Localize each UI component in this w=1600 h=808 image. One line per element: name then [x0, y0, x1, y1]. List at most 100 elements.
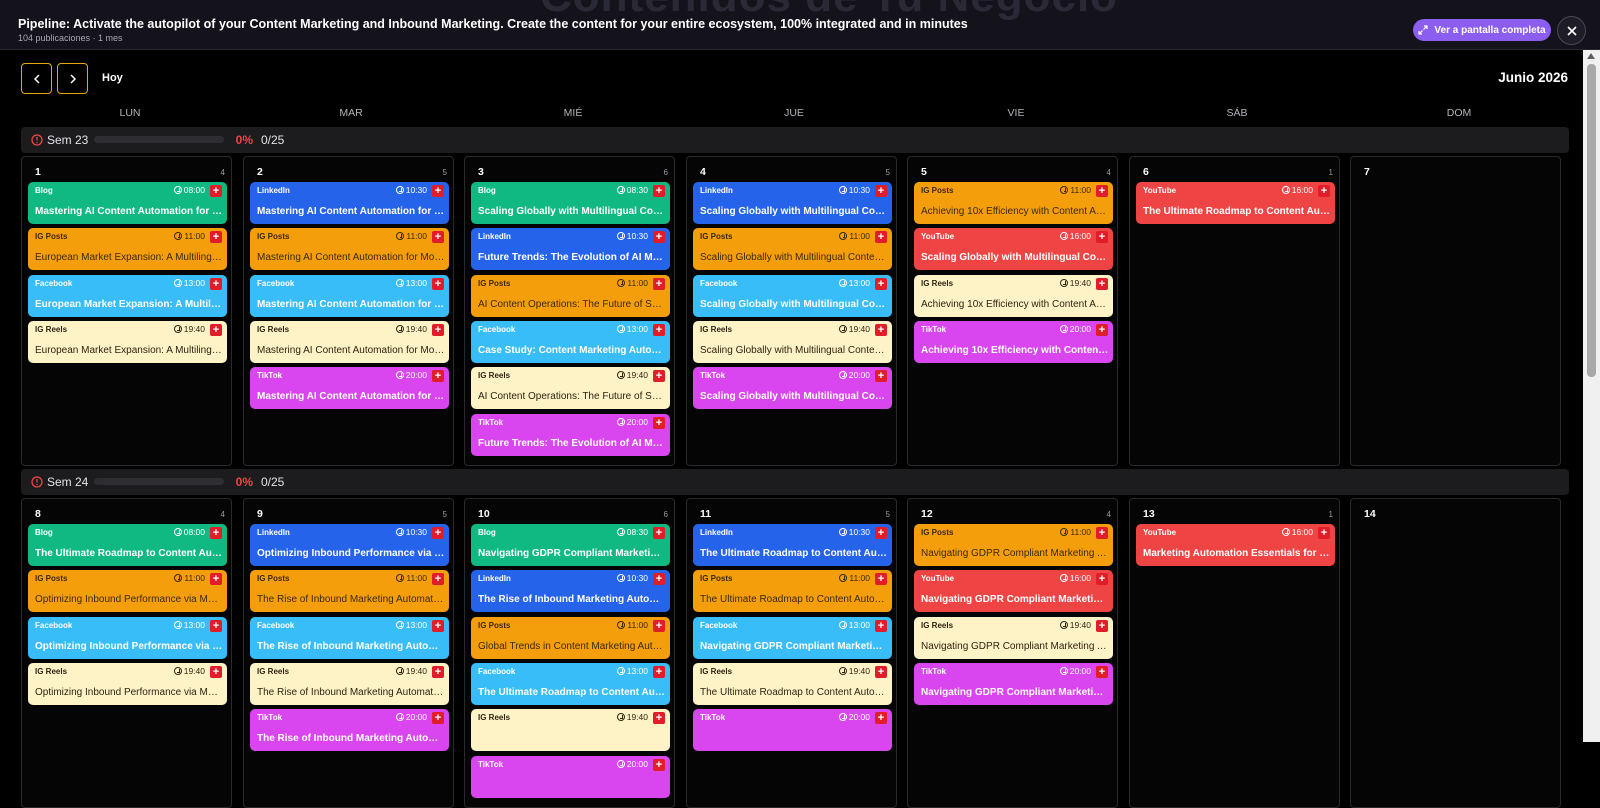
add-post-button[interactable]: + [653, 323, 665, 336]
add-post-button[interactable]: + [875, 370, 887, 383]
add-post-button[interactable]: + [432, 323, 444, 336]
post-card[interactable]: TikTok 20:00 + Scaling Globally with Multil… [693, 367, 892, 410]
day-cell[interactable]: 2 5 LinkedIn 10:30 + Mastering AI Content Aut… [243, 156, 454, 466]
post-card[interactable]: Facebook 13:00 + Scaling Globally with Mult… [693, 274, 892, 317]
post-card[interactable]: Facebook 13:00 + Navigating GDPR Compliant … [693, 616, 892, 659]
post-card[interactable]: LinkedIn 10:30 + Optimizing Inbound Perform… [250, 524, 449, 566]
add-post-button[interactable]: + [875, 231, 887, 244]
add-post-button[interactable]: + [432, 185, 444, 197]
add-post-button[interactable]: + [1096, 619, 1108, 632]
post-card[interactable]: Facebook 13:00 + The Ultimate Roadmap to Co… [471, 662, 670, 705]
add-post-button[interactable]: + [210, 231, 222, 244]
fullscreen-button[interactable]: Ver a pantalla completa [1413, 19, 1551, 41]
day-cell[interactable]: 8 4 Blog 08:00 + The Ultimate Roadmap to Cont… [21, 498, 232, 808]
add-post-button[interactable]: + [653, 712, 665, 725]
post-card[interactable]: Blog 08:30 + Navigating GDPR Compliant Mark… [471, 524, 670, 566]
add-post-button[interactable]: + [210, 619, 222, 632]
day-cell[interactable]: 10 6 Blog 08:30 + Navigating GDPR Compliant M… [464, 498, 675, 808]
add-post-button[interactable]: + [653, 527, 665, 539]
add-post-button[interactable]: + [653, 416, 665, 429]
add-post-button[interactable]: + [210, 277, 222, 290]
add-post-button[interactable]: + [875, 619, 887, 632]
post-card[interactable]: IG Reels 19:40 + The Ultimate Roadmap to Co… [693, 662, 892, 705]
add-post-button[interactable]: + [210, 573, 222, 586]
today-button[interactable]: Hoy [102, 72, 123, 84]
post-card[interactable]: Facebook 13:00 + European Market Expansion:… [28, 274, 227, 317]
post-card[interactable]: IG Posts 11:00 + European Market Expansion:… [28, 228, 227, 271]
close-button[interactable] [1557, 16, 1586, 45]
day-cell[interactable]: 13 1 YouTube 16:00 + Marketing Automation Ess… [1129, 498, 1340, 808]
add-post-button[interactable]: + [1096, 665, 1108, 678]
post-card[interactable]: LinkedIn 10:30 + Scaling Globally with Mult… [693, 182, 892, 224]
post-card[interactable]: Facebook 13:00 + Case Study: Content Market… [471, 320, 670, 363]
day-cell[interactable]: 12 4 IG Posts 11:00 + Navigating GDPR Complia… [907, 498, 1118, 808]
post-card[interactable]: IG Reels 19:40 + Achieving 10x Efficiency w… [914, 274, 1113, 317]
post-card[interactable]: YouTube 16:00 + The Ultimate Roadmap to Con… [1136, 182, 1335, 224]
post-card[interactable]: IG Reels 19:40 + [471, 709, 670, 752]
post-card[interactable]: TikTok 20:00 + The Rise of Inbound Marketin… [250, 709, 449, 752]
post-card[interactable]: IG Posts 11:00 + Achieving 10x Efficiency w… [914, 182, 1113, 224]
post-card[interactable]: TikTok 20:00 + Achieving 10x Efficiency wit… [914, 320, 1113, 363]
day-cell[interactable]: 9 5 LinkedIn 10:30 + Optimizing Inbound Perfo… [243, 498, 454, 808]
day-cell[interactable]: 4 5 LinkedIn 10:30 + Scaling Globally with Mu… [686, 156, 897, 466]
day-cell[interactable]: 3 6 Blog 08:30 + Scaling Globally with Multil… [464, 156, 675, 466]
add-post-button[interactable]: + [1318, 527, 1330, 539]
add-post-button[interactable]: + [653, 277, 665, 290]
post-card[interactable]: IG Reels 19:40 + The Rise of Inbound Market… [250, 662, 449, 705]
add-post-button[interactable]: + [432, 231, 444, 244]
add-post-button[interactable]: + [432, 277, 444, 290]
add-post-button[interactable]: + [1096, 527, 1108, 539]
add-post-button[interactable]: + [653, 231, 665, 244]
add-post-button[interactable]: + [653, 573, 665, 586]
add-post-button[interactable]: + [432, 527, 444, 539]
add-post-button[interactable]: + [1096, 231, 1108, 244]
add-post-button[interactable]: + [432, 370, 444, 383]
add-post-button[interactable]: + [875, 573, 887, 586]
add-post-button[interactable]: + [1096, 185, 1108, 197]
add-post-button[interactable]: + [875, 323, 887, 336]
add-post-button[interactable]: + [210, 185, 222, 197]
day-cell[interactable]: 11 5 LinkedIn 10:30 + The Ultimate Roadmap to… [686, 498, 897, 808]
add-post-button[interactable]: + [210, 527, 222, 539]
post-card[interactable]: TikTok 20:00 + Navigating GDPR Compliant Ma… [914, 662, 1113, 705]
add-post-button[interactable]: + [210, 665, 222, 678]
add-post-button[interactable]: + [875, 185, 887, 197]
add-post-button[interactable]: + [875, 712, 887, 725]
post-card[interactable]: LinkedIn 10:30 + The Ultimate Roadmap to Co… [693, 524, 892, 566]
add-post-button[interactable]: + [432, 712, 444, 725]
add-post-button[interactable]: + [1318, 185, 1330, 197]
add-post-button[interactable]: + [653, 185, 665, 197]
add-post-button[interactable]: + [432, 619, 444, 632]
add-post-button[interactable]: + [875, 527, 887, 539]
post-card[interactable]: Facebook 13:00 + Optimizing Inbound Perform… [28, 616, 227, 659]
add-post-button[interactable]: + [875, 277, 887, 290]
add-post-button[interactable]: + [653, 370, 665, 383]
add-post-button[interactable]: + [653, 665, 665, 678]
day-cell[interactable]: 6 1 YouTube 16:00 + The Ultimate Roadmap to C… [1129, 156, 1340, 466]
add-post-button[interactable]: + [875, 665, 887, 678]
post-card[interactable]: TikTok 20:00 + [471, 755, 670, 798]
post-card[interactable]: Blog 08:00 + Mastering AI Content Automatio… [28, 182, 227, 224]
post-card[interactable]: IG Posts 11:00 + The Rise of Inbound Market… [250, 570, 449, 613]
post-card[interactable]: Blog 08:00 + The Ultimate Roadmap to Conten… [28, 524, 227, 566]
post-card[interactable]: IG Reels 19:40 + Mastering AI Content Autom… [250, 320, 449, 363]
add-post-button[interactable]: + [653, 619, 665, 632]
scrollbar-thumb[interactable] [1587, 64, 1596, 377]
post-card[interactable]: YouTube 16:00 + Marketing Automation Essent… [1136, 524, 1335, 566]
post-card[interactable]: TikTok 20:00 + Mastering AI Content Automat… [250, 367, 449, 410]
post-card[interactable]: IG Posts 11:00 + AI Content Operations: The… [471, 274, 670, 317]
post-card[interactable]: LinkedIn 10:30 + Future Trends: The Evoluti… [471, 228, 670, 271]
post-card[interactable]: Facebook 13:00 + Mastering AI Content Autom… [250, 274, 449, 317]
post-card[interactable]: IG Reels 19:40 + Navigating GDPR Compliant … [914, 616, 1113, 659]
scroll-up-arrow-icon[interactable] [1587, 53, 1595, 59]
day-cell[interactable]: 14 [1350, 498, 1561, 808]
post-card[interactable]: YouTube 16:00 + Scaling Globally with Multi… [914, 228, 1113, 271]
add-post-button[interactable]: + [1096, 573, 1108, 586]
next-month-button[interactable] [57, 63, 88, 94]
add-post-button[interactable]: + [432, 573, 444, 586]
day-cell[interactable]: 5 4 IG Posts 11:00 + Achieving 10x Efficiency… [907, 156, 1118, 466]
post-card[interactable]: IG Reels 19:40 + AI Content Operations: The… [471, 367, 670, 410]
post-card[interactable]: IG Posts 11:00 + Navigating GDPR Compliant … [914, 524, 1113, 566]
scrollbar[interactable] [1583, 50, 1600, 742]
day-cell[interactable]: 1 4 Blog 08:00 + Mastering AI Content Automat… [21, 156, 232, 466]
